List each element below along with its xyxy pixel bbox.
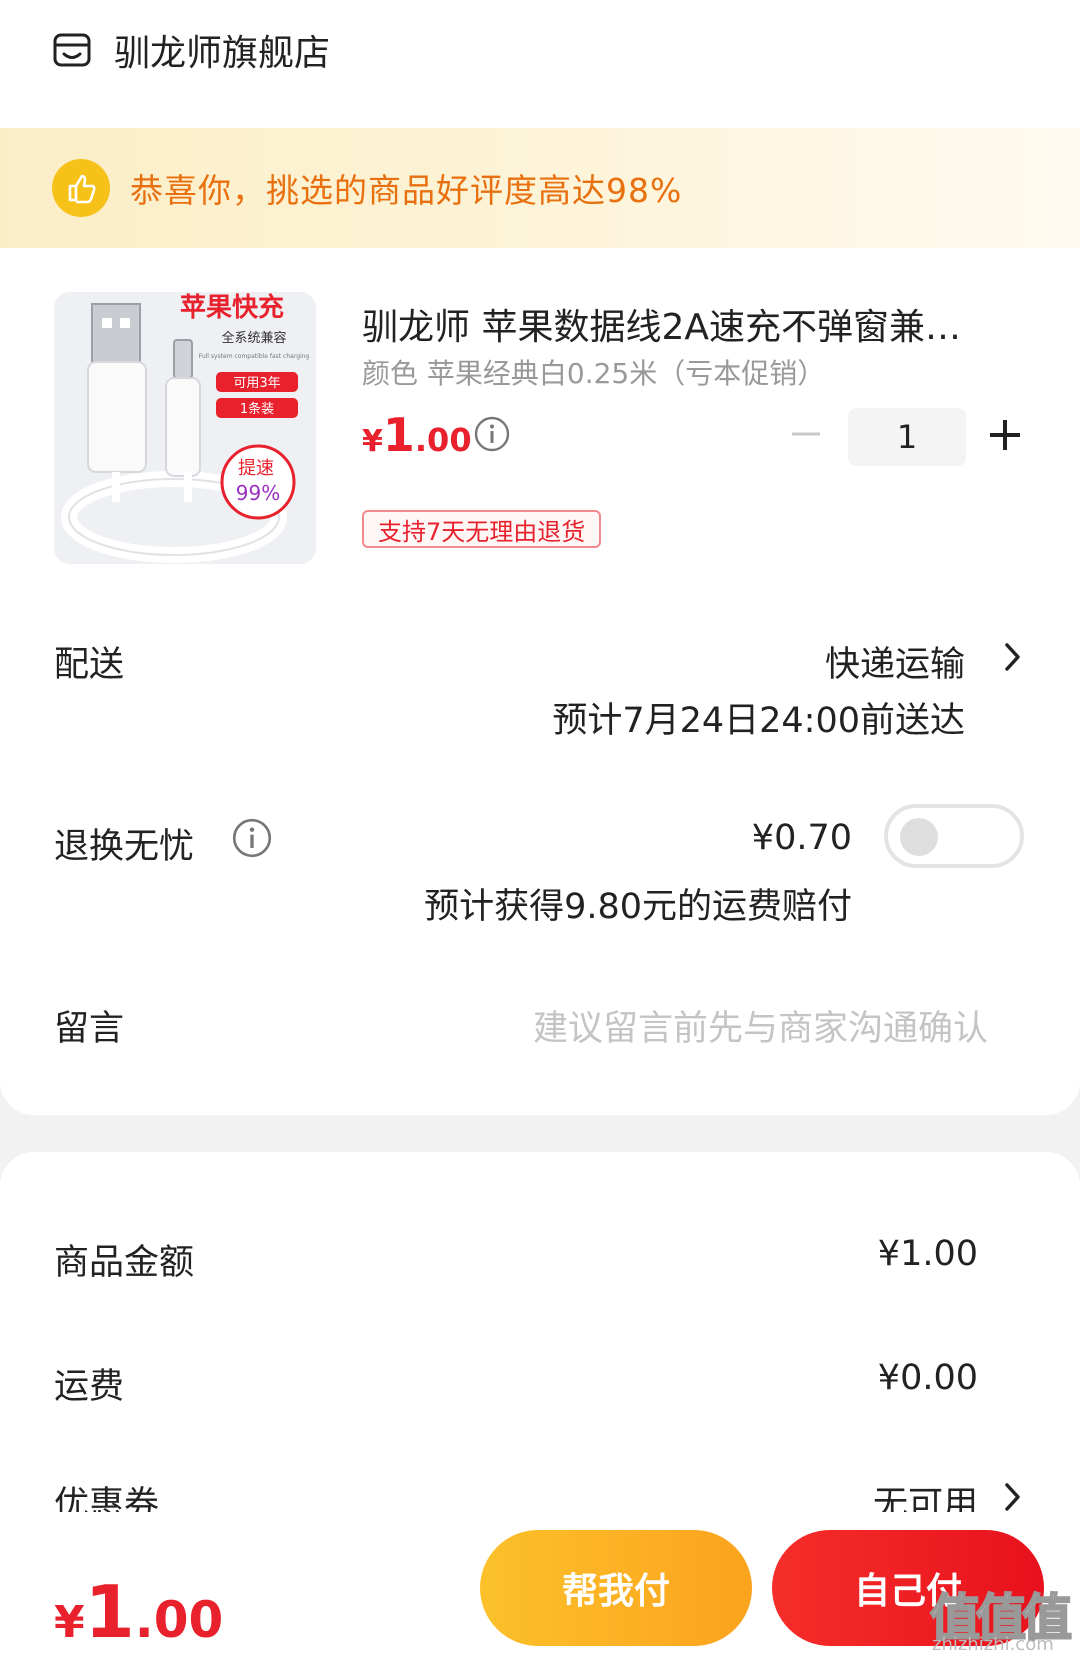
message-input[interactable]: 建议留言前先与商家沟通确认 [533,1000,988,1051]
total-currency: ¥ [54,1597,85,1648]
shipping-label: 运费 [54,1367,125,1407]
exchange-note: 预计获得9.80元的运费赔付 [424,887,852,927]
shop-header[interactable]: 驯龙师旗舰店 [52,22,330,78]
price-info-icon[interactable] [474,416,510,452]
quantity-increase-button[interactable] [988,418,1022,452]
chevron-right-icon[interactable] [1002,641,1024,673]
quantity-decrease-button[interactable] [790,418,822,450]
coupon-chevron-icon[interactable] [1002,1481,1024,1513]
goods-amount-label: 商品金额 [54,1243,195,1283]
product-image-line1: 全系统兼容 [221,330,286,346]
message-label: 留言 [54,1009,125,1049]
product-price: ¥ 1 .00 [362,408,472,462]
delivery-label: 配送 [54,645,125,685]
delivery-method[interactable]: 快递运输 [825,636,965,687]
help-me-pay-button[interactable]: 帮我付 [480,1530,752,1646]
product-image-badge2: 1条装 [240,401,274,417]
price-integer: 1 [382,408,415,462]
total-integer: 1 [84,1570,135,1654]
toggle-knob [900,818,938,856]
product-spec[interactable]: 颜色 苹果经典白0.25米（亏本促销） [362,352,825,392]
shipping-value: ¥0.00 [877,1358,978,1398]
exchange-toggle[interactable] [884,804,1024,868]
product-image-line2: Full system compatible fast charging [199,353,310,360]
product-image-badge3: 提速 [238,458,274,479]
return-policy-tag: 支持7天无理由退货 [362,510,602,548]
store-icon [53,33,91,67]
total-decimal: .00 [134,1591,224,1649]
price-currency: ¥ [362,424,383,459]
product-title[interactable]: 驯龙师 苹果数据线2A速充不弹窗兼… [362,298,1002,350]
shop-name: 驯龙师旗舰店 [114,33,331,74]
quantity-input[interactable]: 1 [848,408,966,466]
exchange-info-icon[interactable] [232,818,272,858]
price-decimal: .00 [414,421,472,459]
product-image-badge4: 99% [236,481,280,505]
exchange-label: 退换无忧 [54,827,195,867]
rating-banner: 恭喜你，挑选的商品好评度高达98% [0,128,1080,248]
product-image-headline: 苹果快充 [180,292,284,323]
delivery-eta: 预计7月24日24:00前送达 [552,701,965,741]
thumbs-up-icon [52,159,110,217]
goods-amount-value: ¥1.00 [877,1234,978,1274]
product-image[interactable]: 苹果快充 全系统兼容 Full system compatible fast c… [54,292,316,564]
product-image-badge1: 可用3年 [233,376,280,391]
exchange-price: ¥0.70 [751,818,852,858]
total-price: ¥ 1 .00 [54,1570,223,1654]
rating-banner-text: 恭喜你，挑选的商品好评度高达98% [130,171,683,210]
watermark-url: zhizhizhi.com [932,1634,1054,1655]
